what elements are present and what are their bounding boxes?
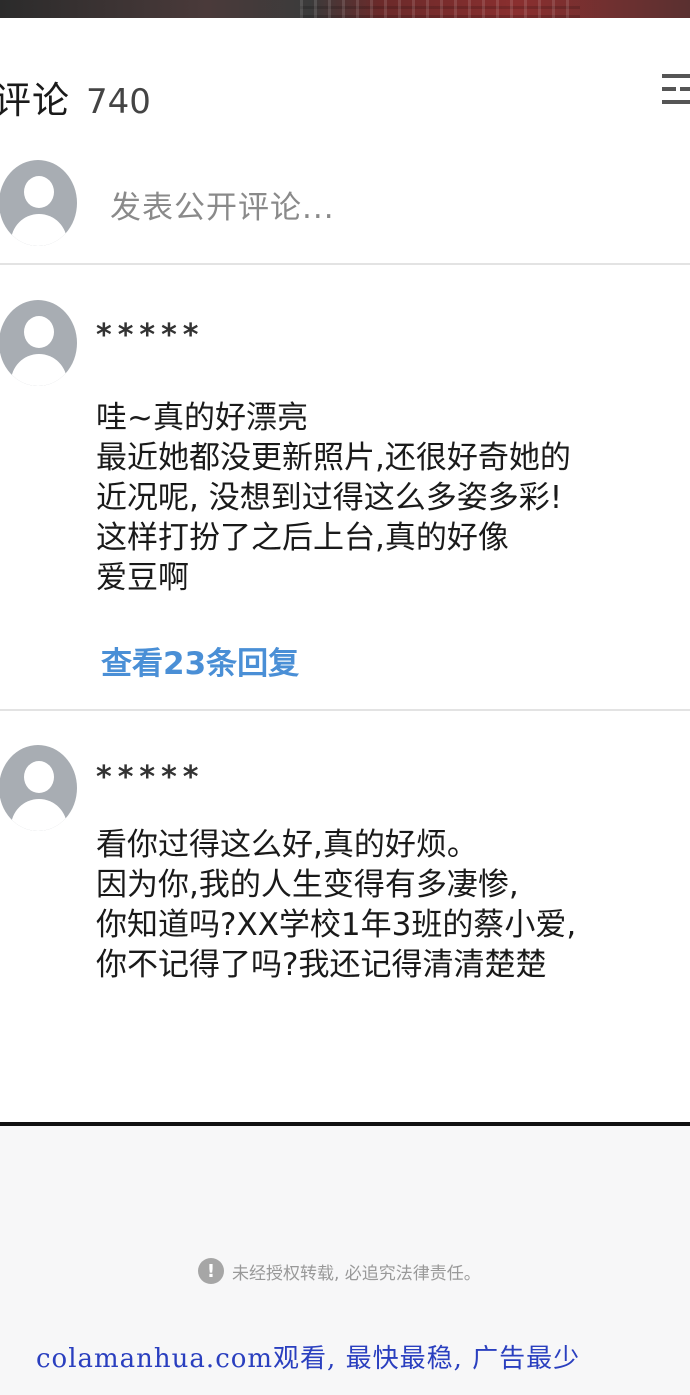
menu-icon[interactable] [662, 72, 690, 108]
exclamation-icon: ! [198, 1258, 224, 1284]
comment-body: 哇~真的好漂亮 最近她都没更新照片,还很好奇她的 近况呢, 没想到过得这么多姿多… [96, 400, 571, 596]
comment-author[interactable]: ***** [96, 760, 204, 795]
view-replies-link[interactable]: 查看23条回复 [101, 638, 299, 683]
panel-bottom-border [0, 1122, 690, 1126]
copyright-notice: ! 未经授权转载, 必追究法律责任。 [198, 1258, 481, 1284]
story-image-detail [300, 0, 580, 18]
menu-icon-line-mid-left [662, 87, 676, 91]
divider [0, 709, 690, 711]
comment-input[interactable]: 发表公开评论... [110, 182, 335, 227]
menu-icon-line-bottom [662, 100, 690, 104]
comment-avatar-icon[interactable] [0, 300, 77, 386]
site-watermark: colamanhua.com观看, 最快最稳, 广告最少 [36, 1344, 581, 1374]
comment-body: 看你过得这么好,真的好烦。 因为你,我的人生变得有多凄惨, 你知道吗?XX学校1… [96, 827, 577, 983]
comments-count: 740 [86, 82, 151, 122]
copyright-notice-text: 未经授权转载, 必追究法律责任。 [232, 1263, 481, 1284]
current-user-avatar-icon [0, 160, 77, 246]
divider [0, 263, 690, 265]
menu-icon-line-mid-right [680, 87, 690, 91]
comments-header: 评论 740 [0, 70, 151, 122]
comment-avatar-icon[interactable] [0, 745, 77, 831]
comments-title: 评论 [0, 79, 70, 122]
comment-author[interactable]: ***** [96, 318, 204, 353]
menu-icon-line-top [662, 74, 690, 78]
story-image-strip [0, 0, 690, 18]
